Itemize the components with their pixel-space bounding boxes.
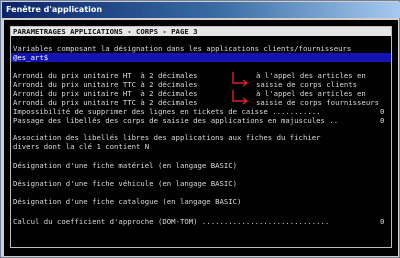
designation-vehicule-label: Désignation d'une fiche véhicule (en lan… [13,179,238,188]
variables-input[interactable]: @es_art$ [13,53,48,62]
rounding-row-2-label: Arrondi du prix unitaire TTC à 2 décimal… [13,80,198,89]
variables-input-highlight[interactable] [11,53,391,62]
rounding-row-2-context: saisie de corps clients [256,80,358,89]
association-label-line1: Association des libellés libres des appl… [13,133,321,142]
association-label-line2: divers dont la clé 1 contient N [13,142,150,151]
rounding-row-1-context: à l'appel des articles en [256,71,366,80]
window-title[interactable]: Fenêtre d'application [2,2,400,18]
application-window: Fenêtre d'application PARAMETRAGES APPLI… [0,0,400,258]
screen-header: PARAMETRAGES APPLICATIONS - CORPS - PAGE… [11,27,391,36]
rounding-row-4-context: saisie de corps fournisseurs [256,98,380,107]
variables-label: Variables composant la désignation dans … [13,44,352,53]
rounding-row-1-label: Arrondi du prix unitaire HT à 2 décimale… [13,71,198,80]
impossibility-value[interactable]: 0 [380,107,384,116]
passage-value[interactable]: 0 [380,116,384,125]
rounding-row-3-label: Arrondi du prix unitaire HT à 2 décimale… [13,89,198,98]
page-title: PARAMETRAGES APPLICATIONS - CORPS - PAGE… [13,27,198,36]
rounding-row-4-label: Arrondi du prix unitaire TTC à 2 décimal… [13,98,198,107]
bracket-arrow-icon [230,89,252,105]
impossibility-label: Impossibilité de supprimer des lignes en… [13,107,321,116]
designation-catalogue-label: Désignation d'une fiche catalogue (en la… [13,197,242,206]
calcul-coefficient-label: Calcul du coefficient d'approche (DOM-TO… [13,217,330,226]
calcul-coefficient-value[interactable]: 0 [380,217,384,226]
terminal-screen[interactable]: PARAMETRAGES APPLICATIONS - CORPS - PAGE… [4,20,398,256]
rounding-row-3-context: à l'appel des articles en [256,89,366,98]
passage-label: Passage des libellés des corps de saisie… [13,116,339,125]
designation-materiel-label: Désignation d'une fiche matériel (en lan… [13,161,238,170]
bracket-arrow-icon [230,71,252,87]
